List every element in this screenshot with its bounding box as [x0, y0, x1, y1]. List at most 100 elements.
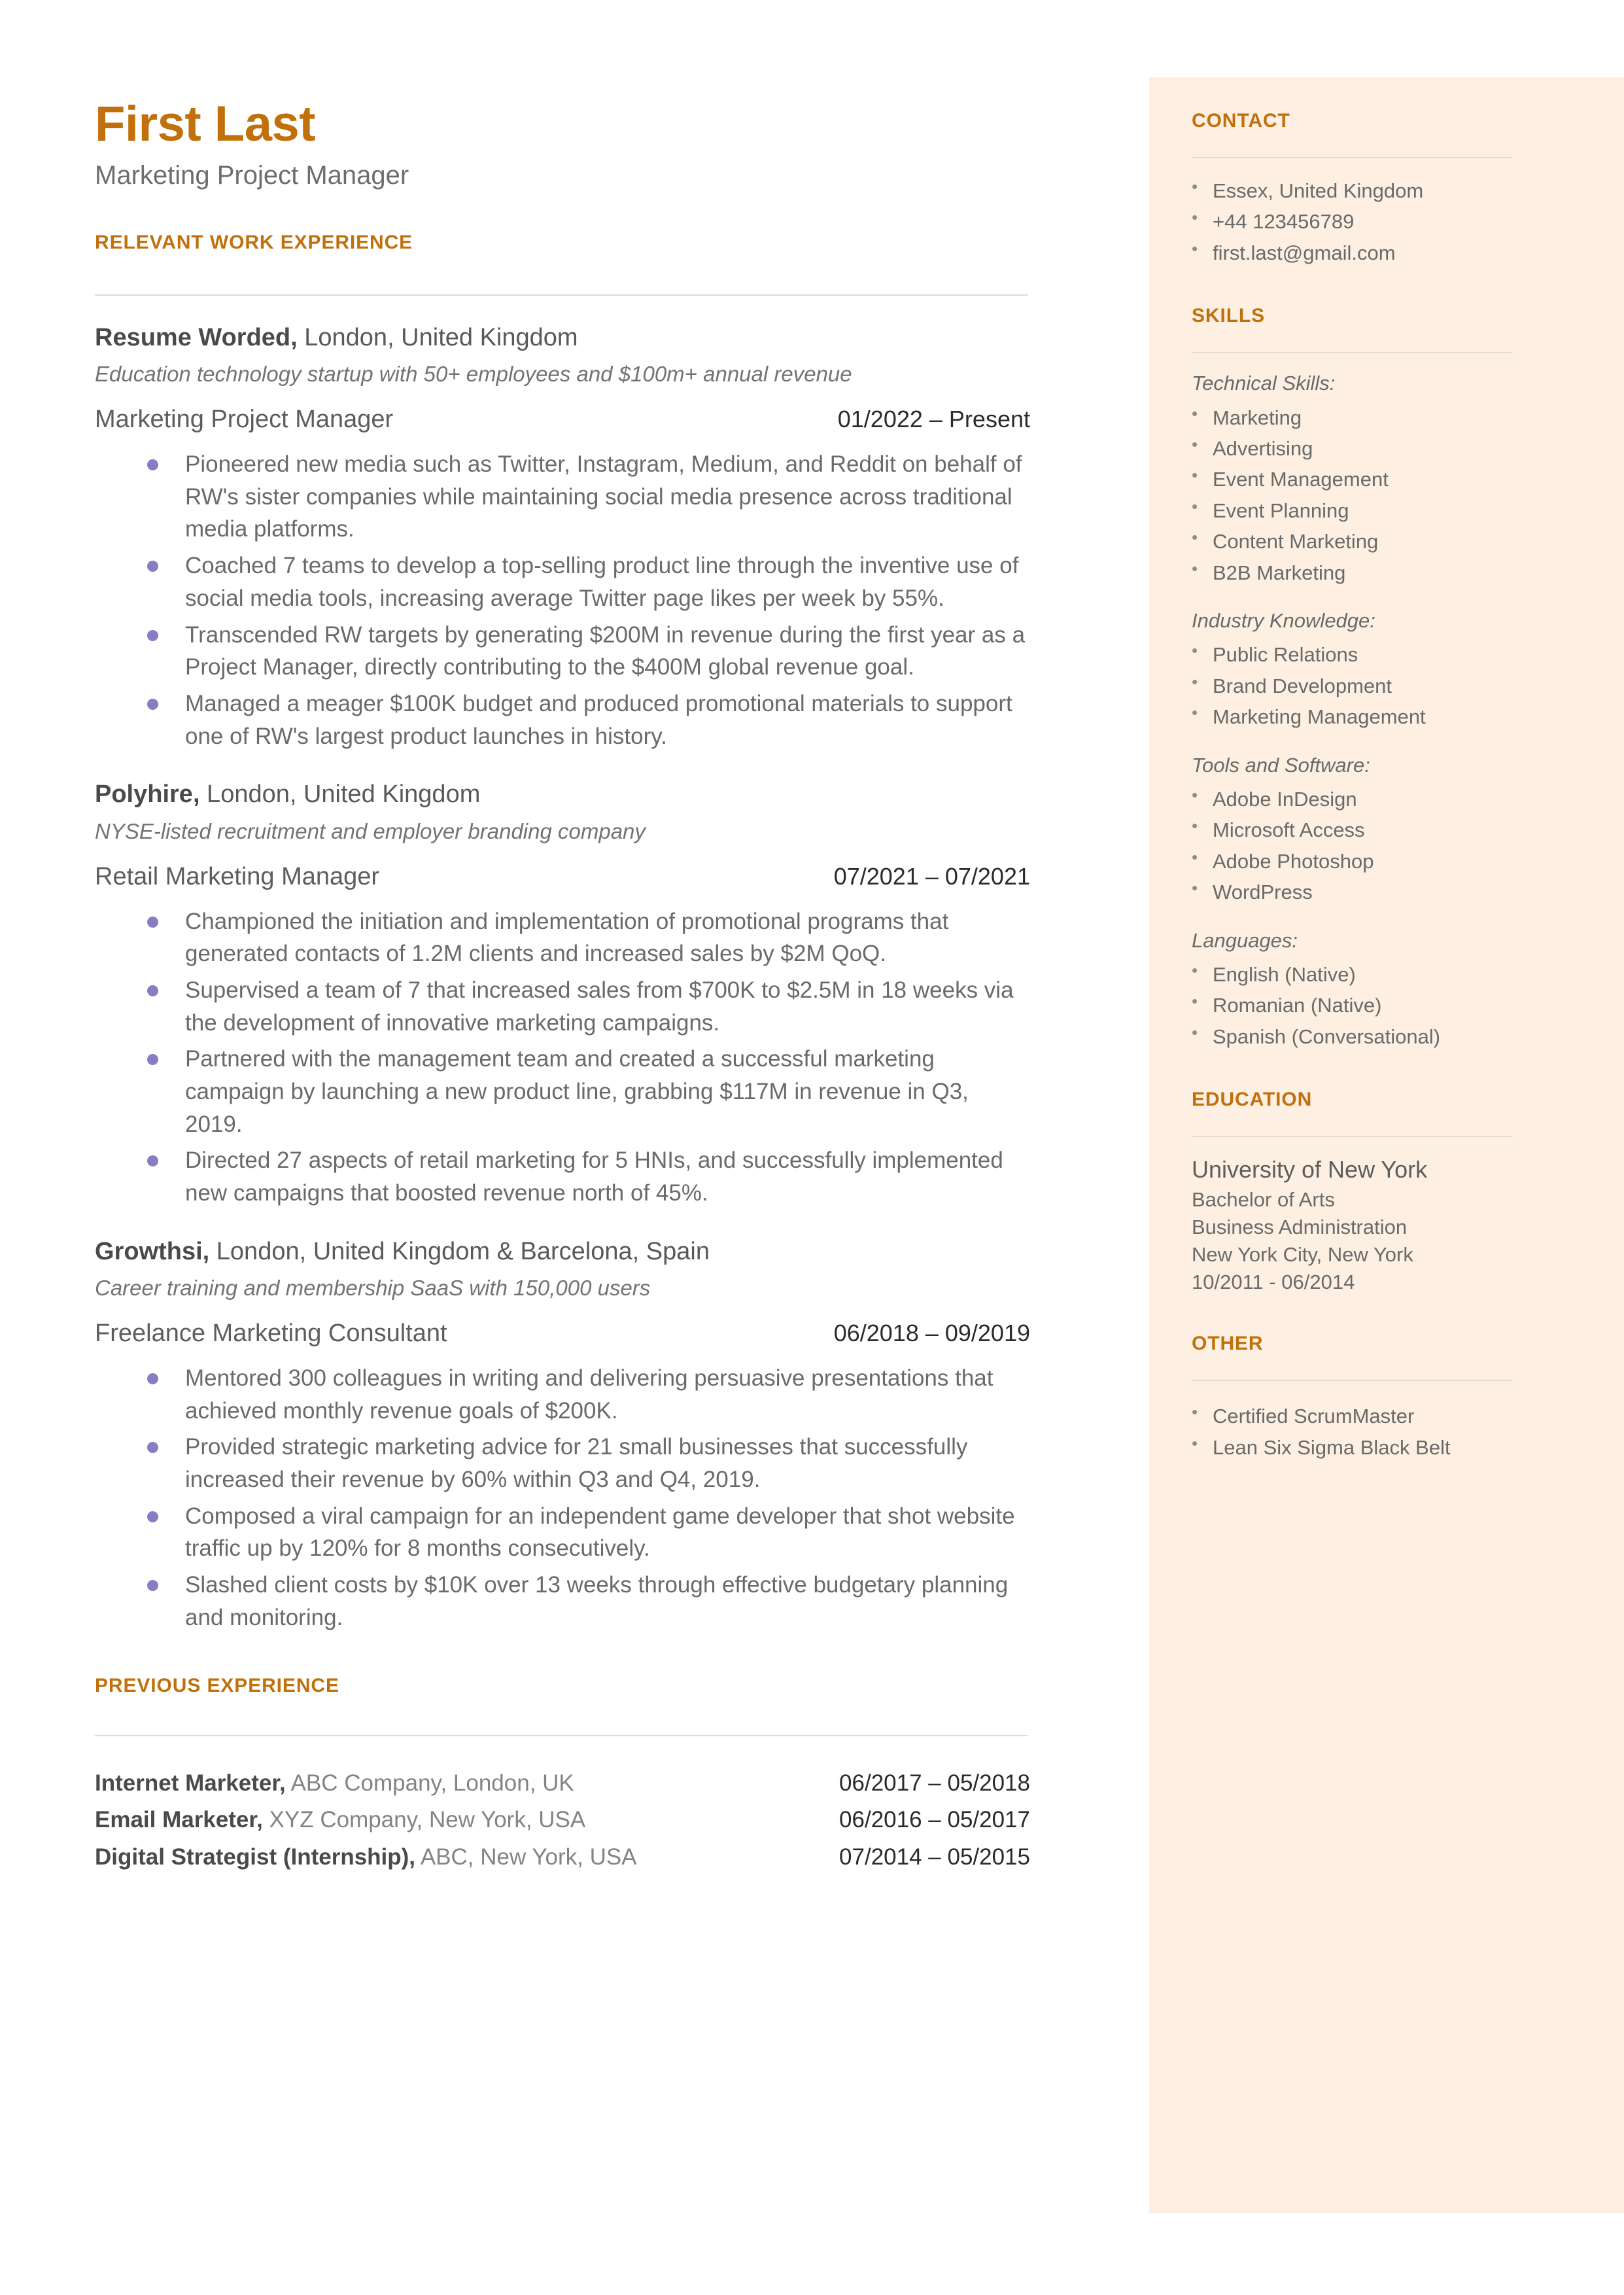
skill-item: Content Marketing: [1192, 525, 1584, 557]
section-title-other: OTHER: [1192, 1333, 1264, 1355]
achievement-item: Championed the initiation and implementa…: [147, 905, 1030, 970]
skill-item: Public Relations: [1192, 638, 1584, 670]
other-item: Lean Six Sigma Black Belt: [1192, 1431, 1584, 1463]
company-name: Polyhire,: [95, 780, 200, 809]
achievement-item: Composed a viral campaign for an indepen…: [147, 1500, 1030, 1565]
skill-group-label: Technical Skills:: [1192, 372, 1336, 395]
section-divider: [1192, 1136, 1512, 1138]
skill-item: WordPress: [1192, 875, 1584, 907]
previous-role-title: Email Marketer,: [95, 1807, 263, 1833]
work-experience-entry: Resume Worded, London, United Kingdom Edu…: [95, 322, 1030, 752]
company-line: Polyhire, London, United Kingdom: [95, 779, 1030, 811]
work-experience-entry: Growthsi, London, United Kingdom & Barce…: [95, 1236, 1030, 1634]
company-description: Education technology startup with 50+ em…: [95, 362, 852, 387]
company-name: Resume Worded,: [95, 323, 298, 351]
skill-group-label: Industry Knowledge:: [1192, 609, 1375, 633]
previous-role-title: Internet Marketer,: [95, 1770, 286, 1796]
company-name: Growthsi,: [95, 1237, 210, 1265]
skill-item: English (Native): [1192, 958, 1584, 990]
contact-item: first.last@gmail.com: [1192, 236, 1584, 268]
skill-group-label: Tools and Software:: [1192, 753, 1370, 777]
previous-role-label: Internet Marketer, ABC Company, London, …: [95, 1766, 574, 1801]
skill-group: Industry Knowledge: Public RelationsBrand…: [1192, 608, 1584, 733]
skill-group: Technical Skills:MarketingAdvertisingEve…: [1192, 370, 1584, 588]
role-row: Freelance Marketing Consultant 06/2018 – …: [95, 1320, 1030, 1348]
headline: Marketing Project Manager: [95, 160, 409, 190]
skill-item: Microsoft Access: [1192, 813, 1584, 845]
main-column: First Last Marketing Project Manager REL…: [95, 98, 1030, 1874]
previous-experience-list: Internet Marketer, ABC Company, London, …: [95, 1766, 1030, 1875]
achievement-item: Slashed client costs by $10K over 13 wee…: [147, 1569, 1030, 1634]
skill-list: MarketingAdvertisingEvent ManagementEven…: [1192, 401, 1584, 589]
role-title: Marketing Project Manager: [95, 406, 394, 434]
role-row: Marketing Project Manager 01/2022 – Prese…: [95, 406, 1030, 434]
company-description: Career training and membership SaaS with…: [95, 1276, 651, 1301]
education-location: New York City, New York: [1192, 1243, 1413, 1267]
skill-item: Event Planning: [1192, 494, 1584, 526]
achievement-list: Pioneered new media such as Twitter, Ins…: [95, 448, 1030, 752]
previous-role-label: Digital Strategist (Internship), ABC, Ne…: [95, 1840, 637, 1875]
role-title: Freelance Marketing Consultant: [95, 1320, 447, 1348]
skills-groups: Technical Skills:MarketingAdvertisingEve…: [1192, 370, 1584, 1052]
section-divider: [1192, 157, 1512, 158]
achievement-item: Provided strategic marketing advice for …: [147, 1431, 1030, 1496]
achievement-list: Championed the initiation and implementa…: [95, 905, 1030, 1210]
previous-experience-row: Email Marketer, XYZ Company, New York, U…: [95, 1803, 1030, 1838]
other-list: Certified ScrumMasterLean Six Sigma Blac…: [1192, 1399, 1584, 1463]
role-dates: 07/2021 – 07/2021: [833, 862, 1030, 890]
skill-list: Adobe InDesignMicrosoft AccessAdobe Phot…: [1192, 782, 1584, 908]
skill-item: Adobe Photoshop: [1192, 845, 1584, 877]
achievement-item: Mentored 300 colleagues in writing and d…: [147, 1362, 1030, 1427]
section-title-education: EDUCATION: [1192, 1089, 1313, 1111]
skill-list: Public RelationsBrand DevelopmentMarketi…: [1192, 638, 1584, 732]
achievement-item: Coached 7 teams to develop a top-selling…: [147, 550, 1030, 614]
role-dates: 06/2018 – 09/2019: [833, 1320, 1030, 1347]
section-divider: [1192, 1380, 1512, 1382]
section-divider: [95, 294, 1028, 296]
other-item: Certified ScrumMaster: [1192, 1399, 1584, 1431]
skill-group-label: Languages:: [1192, 928, 1298, 952]
page-title: First Last: [95, 96, 316, 152]
skill-item: Advertising: [1192, 432, 1584, 464]
skill-item: Event Management: [1192, 463, 1584, 495]
skill-item: Marketing: [1192, 401, 1584, 433]
achievement-item: Managed a meager $100K budget and produc…: [147, 688, 1030, 752]
section-title-contact: CONTACT: [1192, 110, 1290, 131]
company-description: NYSE-listed recruitment and employer bra…: [95, 818, 646, 843]
previous-role-detail: XYZ Company, New York, USA: [262, 1807, 586, 1833]
role-row: Retail Marketing Manager 07/2021 – 07/202…: [95, 863, 1030, 891]
previous-role-dates: 06/2016 – 05/2017: [839, 1807, 1030, 1833]
achievement-item: Transcended RW targets by generating $20…: [147, 619, 1030, 684]
education-dates: 10/2011 - 06/2014: [1192, 1270, 1355, 1294]
education-field: Business Administration: [1192, 1215, 1408, 1238]
previous-role-label: Email Marketer, XYZ Company, New York, U…: [95, 1803, 585, 1838]
skill-item: Romanian (Native): [1192, 989, 1584, 1021]
previous-experience-row: Internet Marketer, ABC Company, London, …: [95, 1766, 1030, 1801]
education-degree: Bachelor of Arts: [1192, 1187, 1335, 1211]
role-dates: 01/2022 – Present: [837, 406, 1030, 433]
skill-item: B2B Marketing: [1192, 556, 1584, 588]
skill-item: Spanish (Conversational): [1192, 1020, 1584, 1052]
contact-item: +44 123456789: [1192, 205, 1584, 237]
skill-list: English (Native)Romanian (Native)Spanish…: [1192, 958, 1584, 1052]
company-line: Growthsi, London, United Kingdom & Barce…: [95, 1236, 1030, 1268]
achievement-item: Pioneered new media such as Twitter, Ins…: [147, 448, 1030, 546]
skill-item: Marketing Management: [1192, 700, 1584, 732]
role-title: Retail Marketing Manager: [95, 862, 380, 890]
skill-group: Languages: English (Native)Romanian (Nati…: [1192, 928, 1584, 1053]
company-line: Resume Worded, London, United Kingdom: [95, 322, 1030, 354]
work-experience-entry: Polyhire, London, United Kingdom NYSE-lis…: [95, 779, 1030, 1209]
achievement-item: Supervised a team of 7 that increased sa…: [147, 974, 1030, 1039]
section-divider: [95, 1734, 1028, 1736]
company-location: London, United Kingdom & Barcelona, Spai…: [209, 1237, 710, 1265]
sidebar-column: CONTACT Essex, United Kingdom+44 1234567…: [1192, 110, 1584, 1463]
previous-role-detail: ABC, New York, USA: [415, 1844, 637, 1870]
section-title-previous-experience: PREVIOUS EXPERIENCE: [95, 1674, 339, 1696]
education-school: University of New York: [1192, 1156, 1428, 1183]
section-title-skills: SKILLS: [1192, 305, 1266, 327]
skill-item: Adobe InDesign: [1192, 782, 1584, 815]
previous-experience-row: Digital Strategist (Internship), ABC, Ne…: [95, 1840, 1030, 1875]
achievement-list: Mentored 300 colleagues in writing and d…: [95, 1362, 1030, 1634]
contact-list: Essex, United Kingdom+44 123456789first.…: [1192, 174, 1584, 268]
company-location: London, United Kingdom: [297, 323, 578, 351]
